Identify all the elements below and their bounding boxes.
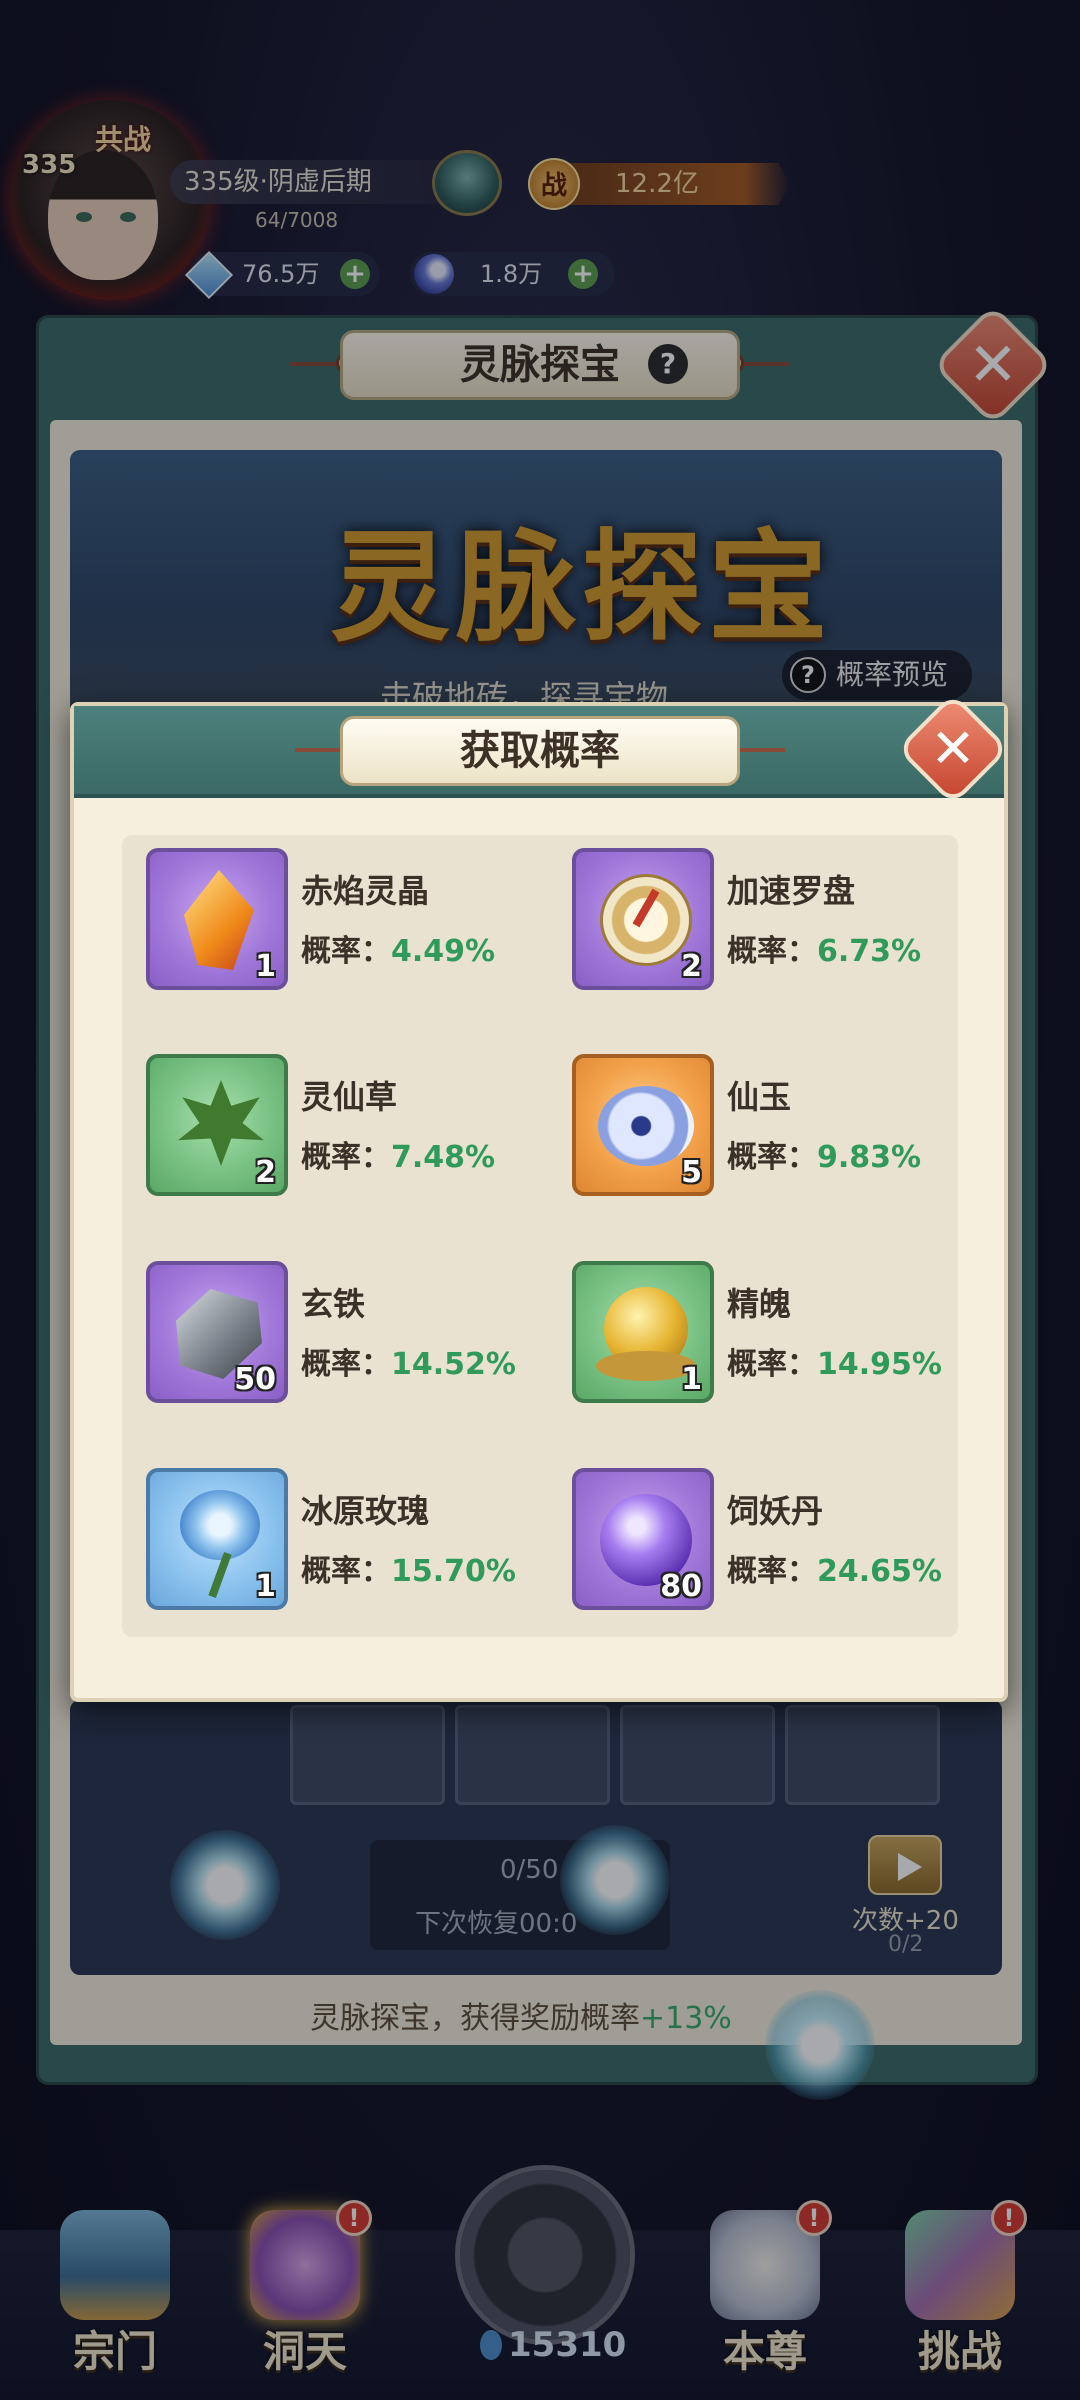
jade-swirl-icon: 5 [572, 1054, 714, 1196]
purple-pill-icon: 80 [572, 1468, 714, 1610]
item-rate: 概率：24.65% [727, 1546, 942, 1590]
item-name: 仙玉 [727, 1078, 792, 1116]
rate-value: 14.52% [391, 1347, 516, 1382]
reward-item[interactable]: 50 玄铁 概率：14.52% [146, 1261, 566, 1411]
rate-value: 9.83% [817, 1140, 922, 1175]
compass-icon: 2 [572, 848, 714, 990]
rate-label: 概率： [727, 1347, 817, 1382]
rate-value: 7.48% [391, 1140, 496, 1175]
rate-label: 概率： [727, 1554, 817, 1589]
reward-item[interactable]: 5 仙玉 概率：9.83% [572, 1054, 992, 1204]
rate-value: 24.65% [817, 1554, 942, 1589]
rate-label: 概率： [301, 1140, 391, 1175]
rate-value: 6.73% [817, 934, 922, 969]
rate-label: 概率： [301, 1554, 391, 1589]
item-quantity: 1 [681, 1362, 702, 1397]
reward-item[interactable]: 2 灵仙草 概率：7.48% [146, 1054, 566, 1204]
reward-item[interactable]: 1 冰原玫瑰 概率：15.70% [146, 1468, 566, 1618]
spirit-orb-icon: 1 [572, 1261, 714, 1403]
item-quantity: 1 [255, 949, 276, 984]
item-rate: 概率：15.70% [301, 1546, 516, 1590]
flame-crystal-icon: 1 [146, 848, 288, 990]
reward-item[interactable]: 2 加速罗盘 概率：6.73% [572, 848, 992, 998]
item-quantity: 5 [681, 1155, 702, 1190]
item-name: 灵仙草 [301, 1078, 398, 1116]
rate-value: 14.95% [817, 1347, 942, 1382]
item-rate: 概率：7.48% [301, 1132, 495, 1176]
ice-rose-icon: 1 [146, 1468, 288, 1610]
close-icon: ✕ [930, 717, 976, 780]
item-rate: 概率：14.95% [727, 1339, 942, 1383]
rate-label: 概率： [727, 934, 817, 969]
iron-ore-icon: 50 [146, 1261, 288, 1403]
rate-value: 4.49% [391, 934, 496, 969]
item-name: 玄铁 [301, 1285, 366, 1323]
item-rate: 概率：14.52% [301, 1339, 516, 1383]
rate-value: 15.70% [391, 1554, 516, 1589]
item-rate: 概率：4.49% [301, 926, 495, 970]
rate-label: 概率： [301, 1347, 391, 1382]
herb-leaf-icon: 2 [146, 1054, 288, 1196]
rate-label: 概率： [727, 1140, 817, 1175]
reward-item[interactable]: 80 饲妖丹 概率：24.65% [572, 1468, 992, 1618]
item-quantity: 1 [255, 1569, 276, 1604]
probability-modal-title: 获取概率 [340, 716, 740, 786]
item-quantity: 80 [660, 1569, 702, 1604]
reward-item[interactable]: 1 精魄 概率：14.95% [572, 1261, 992, 1411]
item-name: 冰原玫瑰 [301, 1492, 430, 1530]
item-quantity: 2 [681, 949, 702, 984]
item-quantity: 50 [234, 1362, 276, 1397]
item-rate: 概率：6.73% [727, 926, 921, 970]
modal-title-text: 获取概率 [460, 728, 620, 774]
item-name: 加速罗盘 [727, 872, 856, 910]
reward-item[interactable]: 1 赤焰灵晶 概率：4.49% [146, 848, 566, 998]
item-name: 饲妖丹 [727, 1492, 824, 1530]
rate-label: 概率： [301, 934, 391, 969]
item-name: 赤焰灵晶 [301, 872, 430, 910]
item-quantity: 2 [255, 1155, 276, 1190]
item-name: 精魄 [727, 1285, 792, 1323]
item-rate: 概率：9.83% [727, 1132, 921, 1176]
